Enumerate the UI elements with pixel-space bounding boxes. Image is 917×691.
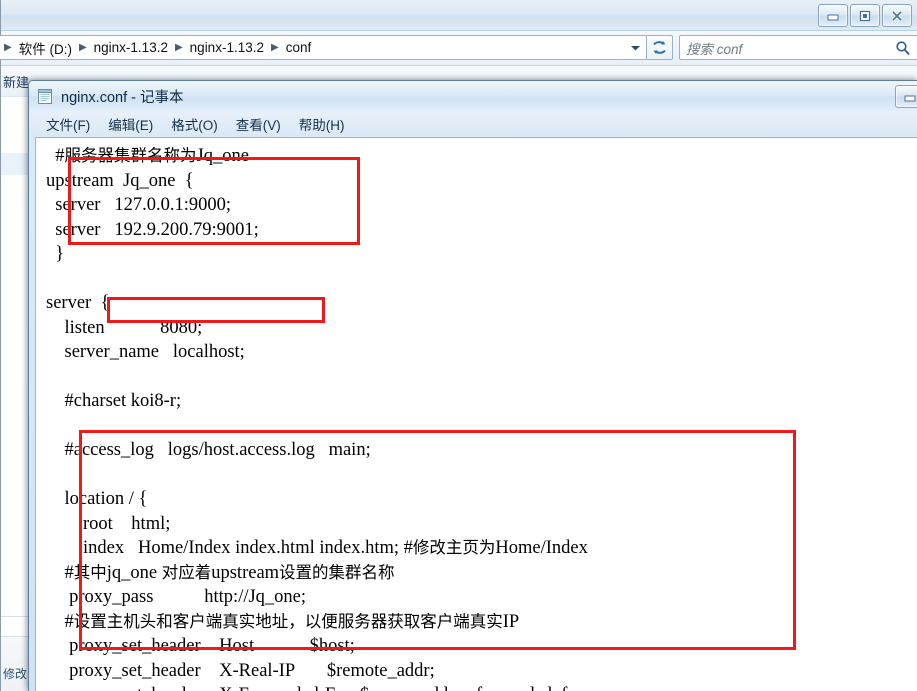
close-icon bbox=[891, 10, 903, 21]
config-line: server { bbox=[46, 293, 110, 313]
explorer-close-button[interactable] bbox=[882, 4, 912, 27]
notepad-icon bbox=[38, 88, 52, 104]
breadcrumb-separator-1: ▶ bbox=[78, 41, 87, 53]
notepad-menu-bar: 文件(F) 编辑(E) 格式(O) 查看(V) 帮助(H) bbox=[29, 111, 917, 137]
config-line: proxy_set_header X-Real-IP $remote_addr; bbox=[46, 660, 435, 681]
breadcrumb-item-2[interactable]: nginx-1.13.2 bbox=[185, 40, 269, 55]
config-line: server_name localhost; bbox=[46, 342, 245, 362]
refresh-button[interactable] bbox=[647, 35, 673, 60]
explorer-nav-selected-item[interactable] bbox=[1, 153, 31, 175]
config-line: server 192.9.200.79:9001; bbox=[46, 219, 259, 240]
config-line: #其中jq_one 对应着upstream设置的集群名称 bbox=[46, 562, 395, 583]
config-line: #服务器集群名称为Jq_one bbox=[46, 146, 249, 166]
menu-file[interactable]: 文件(F) bbox=[37, 112, 99, 136]
chevron-down-icon bbox=[630, 45, 640, 50]
explorer-navigation-pane[interactable] bbox=[1, 97, 31, 637]
config-line: #access_log logs/host.access.log main; bbox=[46, 440, 371, 460]
breadcrumb-separator-2: ▶ bbox=[174, 41, 183, 53]
config-line: proxy_set_header X-Forwarded-For $proxy_… bbox=[46, 683, 917, 691]
search-icon[interactable] bbox=[895, 40, 911, 56]
config-line: #charset koi8-r; bbox=[46, 391, 182, 411]
minimize-icon bbox=[904, 95, 916, 101]
maximize-icon bbox=[859, 10, 871, 21]
config-line: upstream Jq_one { bbox=[46, 170, 194, 191]
explorer-minimize-button[interactable] bbox=[818, 4, 848, 27]
config-line bbox=[46, 267, 917, 292]
explorer-new-folder-button[interactable]: 新建 bbox=[3, 72, 29, 91]
minimize-icon bbox=[827, 14, 839, 20]
menu-edit[interactable]: 编辑(E) bbox=[99, 112, 162, 136]
config-line bbox=[46, 365, 917, 390]
notepad-text-area[interactable]: #服务器集群名称为Jq_one upstream Jq_one { server … bbox=[35, 137, 917, 691]
breadcrumb-item-0[interactable]: 软件 (D:) bbox=[14, 38, 77, 58]
explorer-title-bar bbox=[1, 0, 917, 31]
config-line: server 127.0.0.1:9000; bbox=[46, 195, 231, 215]
notepad-minimize-button[interactable] bbox=[895, 85, 917, 108]
breadcrumb-item-1[interactable]: nginx-1.13.2 bbox=[89, 40, 173, 55]
notepad-window-controls bbox=[895, 85, 917, 108]
config-line: } bbox=[46, 244, 65, 264]
config-line: #设置主机头和客户端真实地址，以便服务器获取客户端真实IP bbox=[46, 611, 520, 632]
address-bar[interactable]: ▶ 软件 (D:) ▶ nginx-1.13.2 ▶ nginx-1.13.2 … bbox=[0, 35, 647, 60]
menu-format[interactable]: 格式(O) bbox=[162, 112, 227, 136]
config-line: root html; bbox=[46, 513, 171, 534]
refresh-icon bbox=[653, 41, 666, 54]
notepad-frame: nginx.conf - 记事本 文件(F) 编辑(E) 格式(O) 查看(V)… bbox=[29, 81, 917, 691]
config-line: proxy_pass http://Jq_one; bbox=[46, 587, 307, 607]
screen-root: ▶ 软件 (D:) ▶ nginx-1.13.2 ▶ nginx-1.13.2 … bbox=[0, 0, 917, 691]
config-text[interactable]: #服务器集群名称为Jq_one upstream Jq_one { server … bbox=[46, 144, 917, 691]
search-box[interactable]: 搜索 conf bbox=[679, 35, 917, 60]
breadcrumb-separator-0: ▶ bbox=[4, 41, 12, 53]
notepad-title: nginx.conf - 记事本 bbox=[61, 89, 184, 106]
explorer-status-text: 修改 bbox=[3, 667, 28, 681]
search-input[interactable]: 搜索 conf bbox=[686, 38, 895, 58]
config-line: listen 8080; bbox=[46, 317, 203, 338]
explorer-window-controls bbox=[818, 4, 912, 27]
explorer-maximize-button[interactable] bbox=[850, 4, 880, 27]
config-line: location / { bbox=[46, 489, 148, 509]
address-dropdown-button[interactable] bbox=[628, 41, 642, 55]
config-line: index Home/Index index.html index.htm; #… bbox=[46, 538, 588, 558]
notepad-window[interactable]: nginx.conf - 记事本 文件(F) 编辑(E) 格式(O) 查看(V)… bbox=[28, 80, 917, 691]
config-line bbox=[46, 463, 917, 488]
explorer-address-row: ▶ 软件 (D:) ▶ nginx-1.13.2 ▶ nginx-1.13.2 … bbox=[0, 31, 917, 66]
menu-view[interactable]: 查看(V) bbox=[227, 112, 290, 136]
notepad-title-bar[interactable]: nginx.conf - 记事本 bbox=[29, 81, 917, 111]
menu-help[interactable]: 帮助(H) bbox=[290, 112, 354, 136]
breadcrumb: ▶ 软件 (D:) ▶ nginx-1.13.2 ▶ nginx-1.13.2 … bbox=[4, 38, 316, 58]
config-line bbox=[46, 414, 917, 439]
breadcrumb-item-3[interactable]: conf bbox=[281, 40, 317, 55]
config-line: proxy_set_header Host $host; bbox=[46, 636, 355, 656]
breadcrumb-separator-3: ▶ bbox=[270, 41, 279, 53]
